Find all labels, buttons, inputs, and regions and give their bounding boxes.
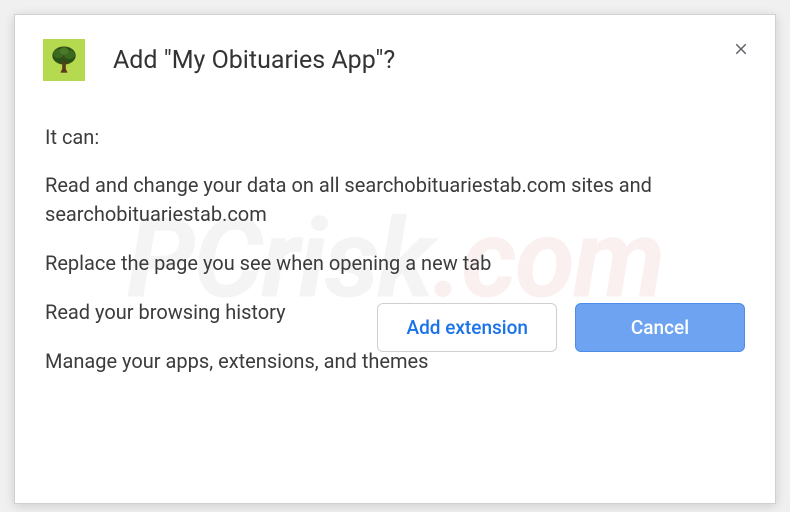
cancel-button[interactable]: Cancel <box>575 303 745 352</box>
close-button[interactable] <box>729 37 753 61</box>
close-icon <box>732 40 750 58</box>
extension-icon <box>43 39 85 81</box>
permission-item: Read and change your data on all searcho… <box>45 171 745 229</box>
dialog-footer: Add extension Cancel <box>377 303 745 352</box>
dialog-header: Add "My Obituaries App"? <box>15 15 775 89</box>
permission-item: Replace the page you see when opening a … <box>45 249 745 278</box>
dialog-title: Add "My Obituaries App"? <box>113 46 395 75</box>
permissions-intro: It can: <box>45 125 745 149</box>
extension-install-dialog: PCrisk.com Add "My Obituaries App"? <box>14 14 776 504</box>
add-extension-button[interactable]: Add extension <box>377 303 557 352</box>
